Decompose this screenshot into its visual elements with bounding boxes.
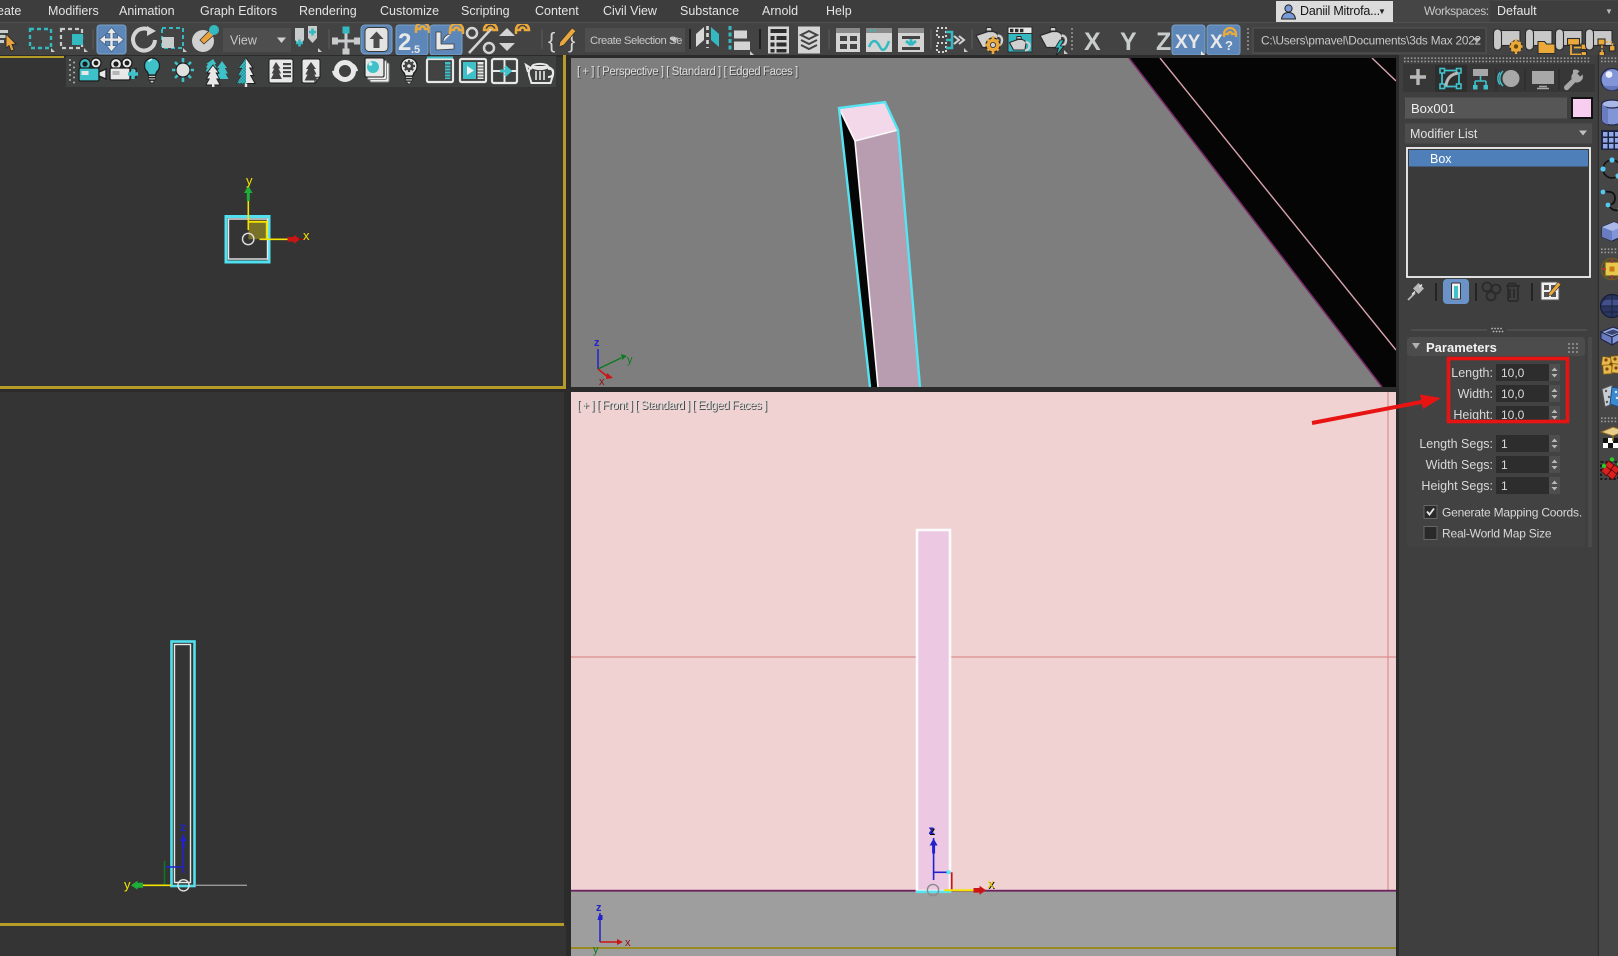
svg-text:{: { [548,28,555,53]
svg-text:10,0: 10,0 [1501,387,1525,401]
svg-text:Z: Z [1156,28,1171,56]
svg-text:?: ? [1225,38,1233,53]
svg-text:Box: Box [1430,152,1452,166]
svg-text:X: X [1210,32,1223,53]
svg-text:10,0: 10,0 [1501,366,1525,380]
svg-text:z: z [180,820,186,834]
svg-text:Create Selection Se: Create Selection Se [590,35,682,47]
svg-text:x: x [625,937,631,949]
svg-text:y: y [593,944,599,956]
svg-text:y: y [246,173,253,188]
svg-text:1: 1 [1501,458,1508,472]
svg-text:x: x [988,876,995,891]
svg-text:10,0: 10,0 [1501,408,1525,422]
svg-text:Modifier List: Modifier List [1410,127,1478,141]
svg-text:Real-World Map Size: Real-World Map Size [1442,527,1552,541]
svg-text:Box001: Box001 [1411,101,1455,116]
svg-text:Y: Y [1120,28,1137,56]
svg-text:Height:: Height: [1453,408,1493,422]
svg-text:y: y [627,354,633,366]
svg-text:Width:: Width: [1458,387,1493,401]
svg-text:1: 1 [1501,437,1508,451]
svg-text:Parameters: Parameters [1426,340,1497,355]
svg-text:C:\Users\pmavel\Documents\3ds: C:\Users\pmavel\Documents\3ds Max 2022 [1261,34,1481,48]
svg-text:2: 2 [398,29,411,56]
svg-text:z: z [929,825,935,837]
svg-text:Generate Mapping Coords.: Generate Mapping Coords. [1442,506,1582,520]
svg-text:X: X [1084,28,1101,56]
svg-text:z: z [596,902,602,914]
svg-text:Length Segs:: Length Segs: [1419,437,1493,451]
svg-text:1: 1 [1501,479,1508,493]
svg-text:Length:: Length: [1451,366,1493,380]
svg-text:Height Segs:: Height Segs: [1421,479,1493,493]
svg-text:View: View [230,34,258,48]
svg-text:x: x [599,376,605,387]
svg-text:x: x [303,228,310,243]
svg-text:XY: XY [1175,32,1201,53]
svg-text:Width Segs:: Width Segs: [1426,458,1493,472]
svg-text:y: y [124,877,131,892]
svg-text:z: z [594,337,600,349]
